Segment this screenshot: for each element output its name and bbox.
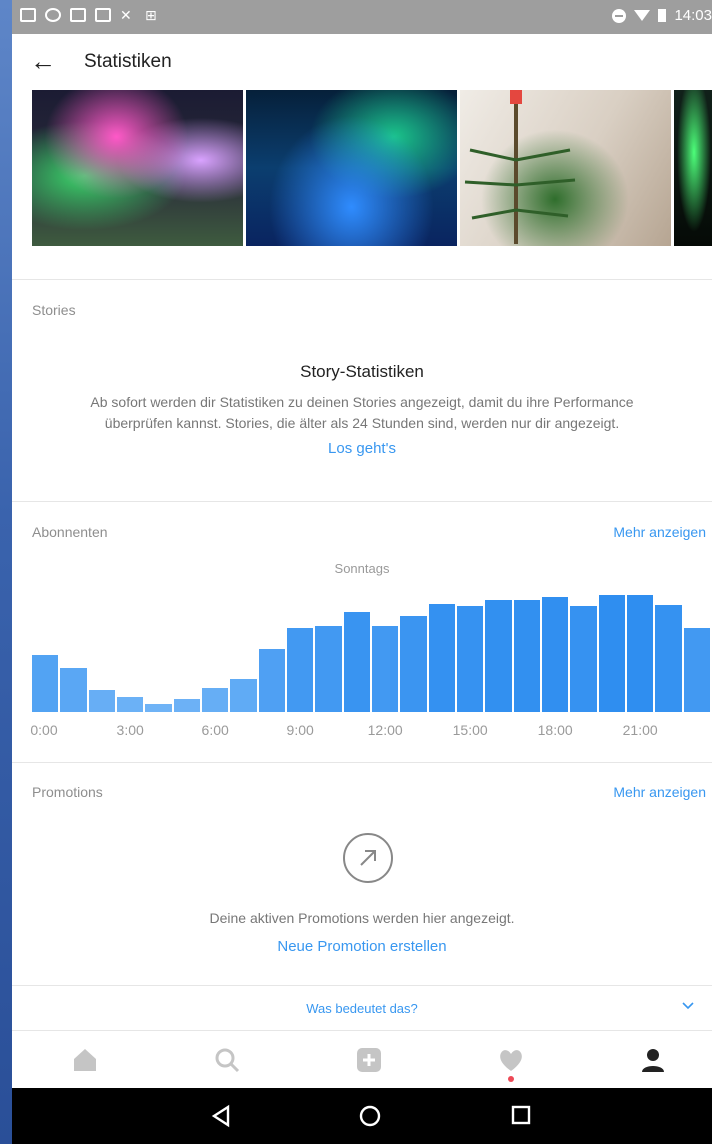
post-thumbnail[interactable]	[674, 90, 712, 246]
chart-bar	[88, 689, 115, 712]
create-promotion-link[interactable]: Neue Promotion erstellen	[12, 938, 712, 955]
status-bar: ✕ ⊞ 14:03	[12, 0, 712, 34]
chart-bar	[683, 627, 710, 712]
chart-bar	[542, 597, 569, 712]
home-icon[interactable]	[70, 1045, 100, 1075]
chart-bar	[315, 626, 342, 712]
page-title: Statistiken	[84, 51, 172, 72]
divider	[12, 279, 712, 280]
do-not-disturb-icon	[612, 8, 627, 23]
chart-bar	[457, 606, 484, 712]
chart-bar	[513, 599, 540, 712]
story-stats-description-line: Ab sofort werden dir Statistiken zu dein…	[90, 394, 634, 410]
search-icon[interactable]	[212, 1045, 242, 1075]
notification-icon	[20, 8, 36, 22]
wifi-icon	[634, 10, 651, 21]
post-thumbnail[interactable]	[460, 90, 671, 246]
profile-icon[interactable]	[638, 1045, 668, 1075]
bottom-navigation	[12, 1030, 712, 1089]
chart-tick-label: 21:00	[622, 722, 658, 738]
chart-tick-label: 18:00	[537, 722, 573, 738]
chart-bar	[343, 611, 370, 712]
app-icon: ⊞	[145, 7, 157, 23]
post-thumbnail[interactable]	[246, 90, 457, 246]
status-notification-icons: ✕ ⊞	[20, 8, 161, 22]
home-circle-icon[interactable]	[358, 1104, 382, 1128]
chart-tick-label: 9:00	[286, 722, 314, 738]
chart-tick-label: 15:00	[452, 722, 488, 738]
post-thumbnail[interactable]	[32, 90, 243, 246]
promotions-message: Deine aktiven Promotions werden hier ang…	[209, 910, 515, 926]
chart-bar	[655, 605, 682, 712]
what-does-this-mean-row[interactable]: Was bedeutet das?	[12, 986, 712, 1030]
chart-x-axis: 0:00 3:00 6:00 9:00 12:00 15:00 18:00 21:00	[12, 722, 712, 742]
story-stats-title: Story-Statistiken	[300, 362, 424, 381]
stories-get-started-label: Los geht's	[328, 440, 396, 457]
chart-bar	[117, 697, 144, 712]
stories-get-started-link[interactable]: Los geht's	[12, 440, 712, 457]
chart-caption: Sonntags	[334, 561, 390, 576]
status-system-icons: 14:03	[612, 7, 712, 24]
chart-tick-label: 0:00	[30, 722, 58, 738]
chart-bar	[570, 606, 597, 712]
chart-bar	[173, 698, 200, 712]
clock-icon	[45, 8, 61, 22]
chart-bar	[627, 594, 654, 712]
top-posts-strip	[32, 90, 712, 246]
back-arrow-icon[interactable]: ←	[30, 48, 56, 74]
chart-bar	[230, 679, 257, 712]
followers-more-link[interactable]: Mehr anzeigen	[613, 524, 706, 540]
mail-icon	[70, 8, 86, 22]
promotions-section-label: Promotions	[32, 784, 103, 800]
chart-bar	[258, 648, 285, 712]
activity-notification-dot	[508, 1076, 514, 1082]
stories-section-label: Stories	[32, 302, 76, 318]
chart-bar	[428, 603, 455, 712]
what-does-this-mean-label: Was bedeutet das?	[306, 1001, 418, 1016]
chart-bar	[485, 599, 512, 712]
divider	[12, 762, 712, 763]
screen: ✕ ⊞ 14:03 ← Statistiken Stories Story-St…	[12, 0, 712, 1144]
add-icon[interactable]	[354, 1045, 384, 1075]
story-stats-description-line: überprüfen kannst. Stories, die älter al…	[104, 415, 620, 431]
chart-bar	[60, 668, 87, 712]
chart-tick-label: 6:00	[201, 722, 229, 738]
chart-bar	[32, 655, 59, 712]
story-stats-description: Ab sofort werden dir Statistiken zu dein…	[42, 392, 682, 434]
chevron-down-icon	[682, 1002, 694, 1010]
missed-call-icon: ✕	[120, 7, 132, 23]
chart-tick-label: 3:00	[116, 722, 144, 738]
chart-bar	[598, 594, 625, 712]
promotions-circle	[343, 833, 393, 883]
chart-bar	[372, 626, 399, 712]
mail-icon	[95, 8, 111, 22]
system-navigation-bar	[12, 1088, 712, 1144]
chart-tick-label: 12:00	[367, 722, 403, 738]
arrow-up-right-icon	[360, 850, 376, 866]
app-header: ← Statistiken	[12, 34, 712, 90]
plant-illustration	[464, 90, 576, 244]
chart-bar	[145, 704, 172, 712]
followers-section-label: Abonnenten	[32, 524, 108, 540]
create-promotion-label: Neue Promotion erstellen	[277, 938, 447, 955]
status-time: 14:03	[674, 7, 712, 24]
heart-icon[interactable]	[496, 1045, 526, 1075]
battery-icon	[658, 9, 667, 22]
back-triangle-icon[interactable]	[210, 1104, 232, 1128]
promotions-more-link[interactable]: Mehr anzeigen	[613, 784, 706, 800]
divider	[12, 501, 712, 502]
followers-bar-chart	[32, 580, 712, 712]
chart-bar	[400, 615, 427, 712]
chart-bar	[202, 688, 229, 712]
chart-bar	[287, 627, 314, 712]
recents-square-icon[interactable]	[510, 1104, 532, 1126]
